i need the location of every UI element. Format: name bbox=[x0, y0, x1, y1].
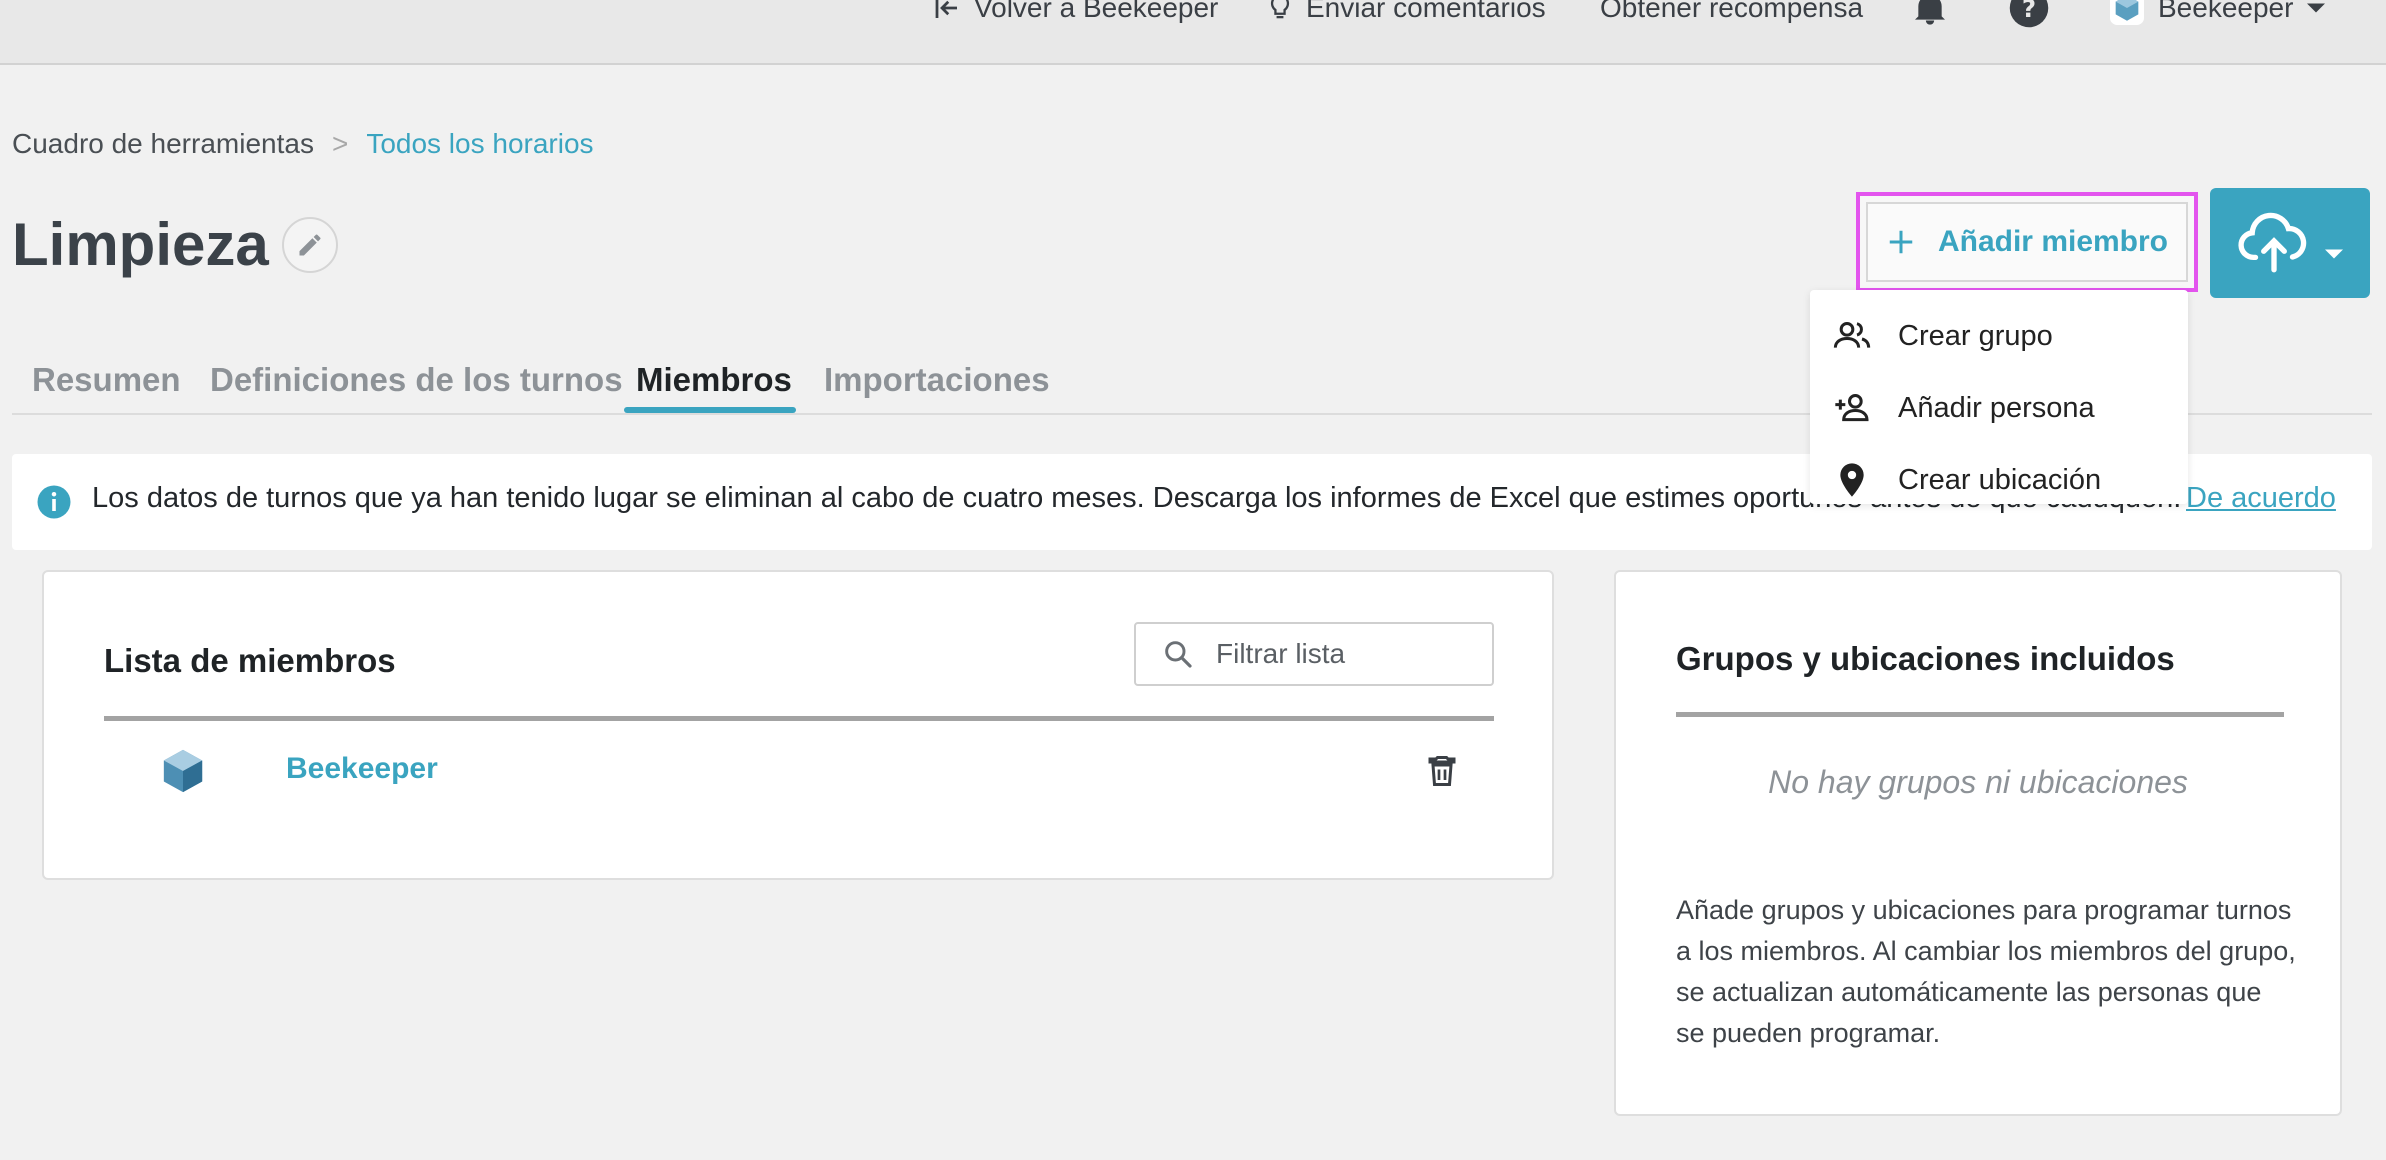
cloud-upload-menu-button[interactable] bbox=[2210, 188, 2370, 298]
menu-item-label: Crear grupo bbox=[1898, 319, 2053, 352]
account-name: Beekeeper bbox=[2158, 0, 2294, 23]
active-tab-indicator bbox=[624, 407, 796, 413]
members-list-title: Lista de miembros bbox=[104, 642, 396, 679]
groups-help-text: Añade grupos y ubicaciones para programa… bbox=[1676, 895, 2296, 1048]
breadcrumb-separator: > bbox=[331, 128, 349, 159]
members-list-divider bbox=[104, 716, 1494, 721]
bell-icon bbox=[1915, 0, 1945, 25]
menu-item-add-person[interactable]: Añadir persona bbox=[1810, 372, 2188, 444]
tab-members[interactable]: Miembros bbox=[636, 345, 792, 415]
svg-text:?: ? bbox=[2022, 0, 2036, 23]
tab-resumen[interactable]: Resumen bbox=[32, 345, 181, 415]
empty-state-text: No hay grupos ni ubicaciones bbox=[1768, 764, 2188, 800]
help-icon: ? bbox=[2009, 0, 2049, 28]
back-to-beekeeper-link[interactable]: Volver a Beekeeper bbox=[932, 0, 1218, 28]
breadcrumb: Cuadro de herramientas > Todos los horar… bbox=[12, 124, 594, 164]
pencil-icon bbox=[299, 234, 321, 256]
groups-locations-divider bbox=[1676, 712, 2284, 717]
notifications-button[interactable] bbox=[1910, 0, 1950, 28]
member-name[interactable]: Beekeeper bbox=[286, 752, 438, 786]
members-list-card: Lista de miembros Beekeeper bbox=[42, 570, 1554, 880]
menu-item-label: Crear ubicación bbox=[1898, 463, 2102, 496]
top-bar: Volver a Beekeeper Enviar comentarios Ob… bbox=[0, 0, 2386, 65]
get-reward-link[interactable]: Obtener recompensa bbox=[1600, 0, 1863, 28]
breadcrumb-all-schedules[interactable]: Todos los horarios bbox=[366, 128, 593, 160]
beekeeper-avatar-icon bbox=[163, 749, 203, 793]
caret-down-icon bbox=[2325, 249, 2343, 259]
menu-item-label: Añadir persona bbox=[1898, 391, 2095, 424]
filter-list-input[interactable] bbox=[1216, 638, 1466, 670]
back-arrow-icon bbox=[935, 0, 957, 18]
search-icon bbox=[1165, 641, 1192, 668]
banner-dismiss-link[interactable]: De acuerdo bbox=[2186, 482, 2336, 515]
menu-item-create-group[interactable]: Crear grupo bbox=[1810, 300, 2188, 372]
location-pin-icon bbox=[1840, 463, 1864, 497]
tab-imports[interactable]: Importaciones bbox=[824, 345, 1050, 415]
group-icon bbox=[1833, 322, 1871, 348]
filter-list-field[interactable] bbox=[1134, 622, 1494, 686]
send-feedback-link[interactable]: Enviar comentarios bbox=[1266, 0, 1546, 28]
add-member-button[interactable]: Añadir miembro bbox=[1856, 192, 2198, 292]
breadcrumb-toolbox[interactable]: Cuadro de herramientas bbox=[12, 128, 314, 160]
add-person-icon bbox=[1835, 394, 1869, 422]
beekeeper-logo-icon bbox=[2110, 0, 2144, 25]
menu-item-create-location[interactable]: Crear ubicación bbox=[1810, 444, 2188, 516]
get-reward-label: Obtener recompensa bbox=[1600, 0, 1864, 23]
cloud-upload-icon bbox=[2238, 212, 2307, 273]
groups-locations-title: Grupos y ubicaciones incluidos bbox=[1676, 640, 2175, 677]
add-member-dropdown: Crear grupo Añadir persona Crear ubicaci… bbox=[1810, 290, 2188, 504]
lightbulb-icon bbox=[1270, 0, 1290, 19]
page-title: Limpieza bbox=[12, 211, 269, 278]
help-button[interactable]: ? bbox=[2008, 0, 2050, 28]
caret-down-icon bbox=[2307, 3, 2326, 13]
account-menu[interactable]: Beekeeper bbox=[2110, 0, 2326, 28]
info-icon bbox=[37, 485, 71, 519]
add-member-label: Añadir miembro bbox=[1937, 225, 2169, 258]
tab-shift-definitions[interactable]: Definiciones de los turnos bbox=[210, 345, 623, 415]
back-to-beekeeper-label: Volver a Beekeeper bbox=[974, 0, 1219, 23]
groups-locations-card: Grupos y ubicaciones incluidos No hay gr… bbox=[1614, 570, 2342, 1116]
trash-icon[interactable] bbox=[1424, 752, 1460, 790]
send-feedback-label: Enviar comentarios bbox=[1306, 0, 1546, 23]
edit-title-button[interactable] bbox=[282, 217, 338, 273]
table-row: Beekeeper bbox=[104, 732, 1494, 812]
plus-icon bbox=[1889, 230, 1913, 254]
